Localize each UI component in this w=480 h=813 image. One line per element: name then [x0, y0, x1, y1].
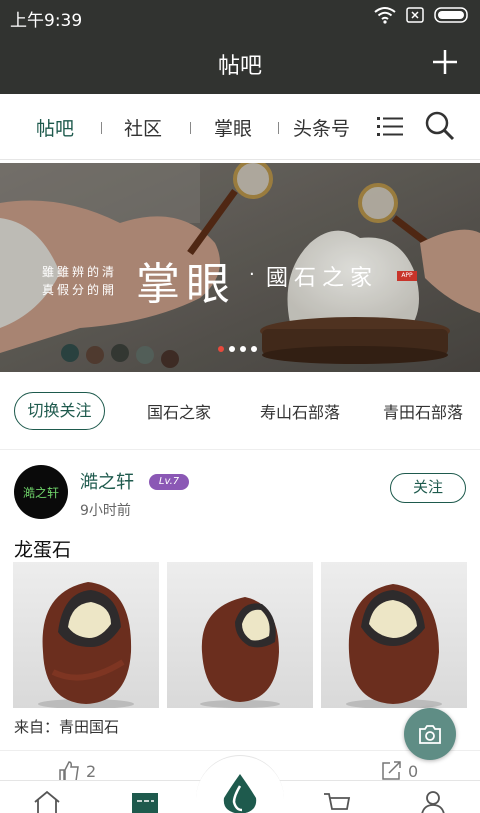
search-icon[interactable] [424, 110, 456, 142]
divider [0, 750, 480, 751]
user-icon[interactable] [418, 789, 448, 813]
banner-seal: APP [397, 271, 417, 281]
banner-subtitle: 國石之家 [266, 266, 379, 291]
carousel-dot[interactable] [229, 346, 235, 352]
post-image[interactable] [167, 562, 313, 708]
wifi-icon [374, 7, 396, 24]
carousel-dot[interactable] [218, 346, 224, 352]
top-tabs: 帖吧 社区 掌眼 头条号 [0, 94, 480, 160]
menu-icon[interactable] [376, 112, 404, 140]
carousel-dot[interactable] [240, 346, 246, 352]
username[interactable]: 澔之轩 [80, 468, 134, 494]
stone-photo [38, 582, 134, 708]
avatar-text: 澔之轩 [22, 486, 59, 500]
like-count: 2 [86, 761, 97, 781]
post-image[interactable] [321, 562, 467, 708]
sim-icon [406, 7, 424, 23]
carousel-indicator [218, 346, 257, 352]
channel-row: 切换关注 国石之家 寿山石部落 青田石部落 [0, 372, 480, 450]
channel-item[interactable]: 寿山石部落 [260, 399, 340, 423]
banner-headline: 掌眼 [136, 259, 236, 310]
tab-divider [190, 122, 191, 134]
post-image[interactable] [13, 562, 159, 708]
tab-tieba[interactable]: 帖吧 [36, 114, 74, 141]
poem-line-2: 真假分的開 [42, 283, 118, 297]
switch-follow-button[interactable]: 切换关注 [14, 392, 105, 430]
post-time: 9小时前 [80, 503, 131, 519]
status-bar: 上午9:39 [0, 0, 480, 32]
poem-line-1: 雖雖辨的清 [42, 265, 118, 279]
share-icon [382, 761, 401, 780]
plus-icon[interactable] [430, 47, 460, 77]
title-bar: 帖吧 [0, 32, 480, 94]
tab-headline[interactable]: 头条号 [293, 114, 350, 141]
home-icon[interactable] [32, 789, 62, 813]
post-source[interactable]: 来自：青田国石 [14, 716, 119, 737]
camera-button[interactable] [404, 708, 456, 760]
share-count: 0 [408, 761, 419, 781]
carousel-dot[interactable] [251, 346, 257, 352]
tab-divider [278, 122, 279, 134]
status-time: 上午9:39 [10, 11, 83, 31]
camera-icon [419, 725, 441, 744]
follow-button[interactable]: 关注 [390, 473, 466, 503]
stone-photo [200, 597, 280, 708]
tab-divider [101, 122, 102, 134]
cart-icon[interactable] [322, 789, 352, 813]
share-button[interactable]: 0 [380, 760, 418, 782]
tab-community[interactable]: 社区 [124, 114, 162, 141]
post-title[interactable]: 龙蛋石 [14, 535, 71, 562]
banner-poem: 雖雖辨的清 真假分的開 [42, 263, 117, 299]
channel-item[interactable]: 国石之家 [147, 399, 211, 423]
stone-photo [346, 584, 442, 708]
banner-dot: · [249, 264, 255, 285]
battery-icon [434, 7, 468, 23]
channel-item[interactable]: 青田石部落 [383, 399, 463, 423]
level-badge: Lv.7 [149, 474, 189, 490]
water-drop-logo-icon [223, 774, 257, 813]
tab-appraisal[interactable]: 掌眼 [214, 114, 252, 141]
promo-banner[interactable]: 雖雖辨的清 真假分的開 掌眼 · 國石之家 APP [0, 163, 480, 372]
page-title: 帖吧 [217, 54, 262, 79]
thumbs-up-icon [59, 761, 79, 782]
avatar[interactable]: 澔之轩 [14, 465, 68, 519]
forum-icon[interactable] [130, 789, 160, 813]
like-button[interactable]: 2 [58, 760, 96, 782]
